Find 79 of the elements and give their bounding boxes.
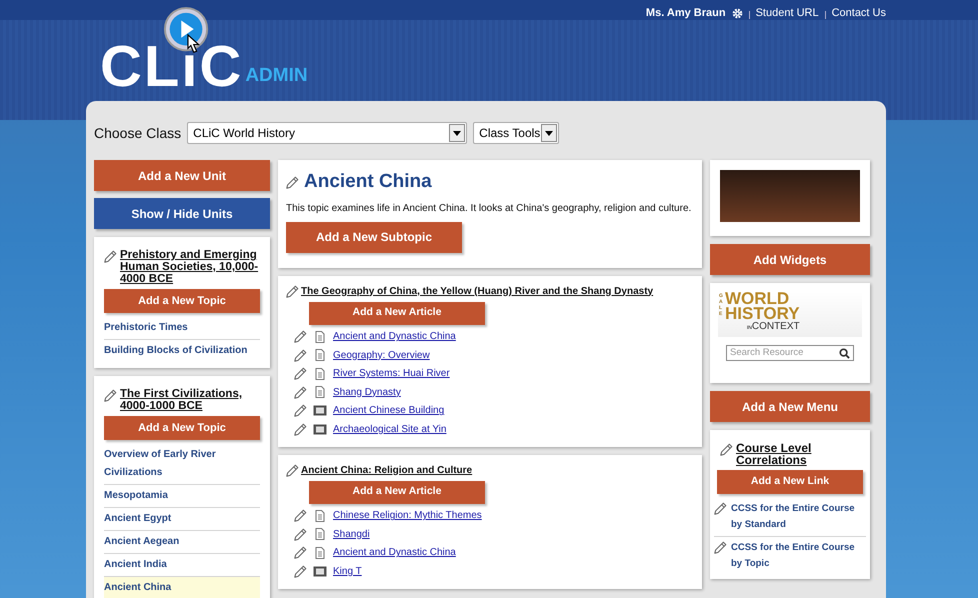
document-icon — [315, 386, 325, 398]
pencil-icon[interactable] — [714, 502, 727, 515]
add-button[interactable]: Add a New Topic — [104, 289, 260, 313]
add-button[interactable]: Add Widgets — [710, 244, 870, 275]
pencil-icon[interactable] — [714, 541, 727, 554]
document-icon — [315, 368, 325, 380]
article-link[interactable]: Chinese Religion: Mythic Themes — [333, 508, 482, 524]
add-button[interactable]: Add a New Article — [309, 302, 485, 324]
add-button[interactable]: Add a New Topic — [104, 416, 260, 440]
menu-title[interactable]: Course Level Correlations — [736, 442, 860, 466]
topic-link[interactable]: Building Blocks of Civilization — [104, 339, 260, 362]
header-link[interactable]: Contact Us — [832, 5, 886, 22]
logo-suffix-text: ADMIN — [245, 64, 308, 88]
document-icon — [315, 510, 325, 522]
document-icon — [315, 349, 325, 362]
pencil-icon[interactable] — [294, 404, 307, 418]
pencil-icon[interactable] — [294, 330, 307, 344]
topic-link[interactable]: Ancient Egypt — [104, 507, 260, 530]
pencil-icon[interactable] — [294, 564, 307, 578]
article-link[interactable]: Shang Dynasty — [333, 384, 401, 400]
article-link[interactable]: Geography: Overview — [333, 348, 430, 363]
show-hide-button[interactable]: Show / Hide Units — [94, 198, 270, 229]
topic-title: Ancient China — [304, 170, 432, 194]
article-link[interactable]: Ancient and Dynastic China — [333, 329, 456, 344]
unit-title[interactable]: Prehistory and Emerging Human Societies, 10,000-4000 BCE — [120, 249, 260, 285]
pencil-icon[interactable] — [294, 386, 307, 399]
pencil-icon[interactable] — [294, 546, 307, 560]
document-icon — [315, 330, 325, 343]
logo-text: CONTEXT — [752, 321, 800, 332]
film-icon — [313, 566, 327, 577]
add-button[interactable]: Add a New Menu — [710, 391, 870, 422]
pencil-icon[interactable] — [294, 509, 307, 522]
article-link[interactable]: Ancient Chinese Building — [333, 403, 444, 418]
article-link[interactable]: Archaeological Site at Yin — [333, 422, 446, 437]
menu-link[interactable]: CCSS for the Entire Course by Standard — [731, 501, 866, 533]
pencil-icon[interactable] — [104, 250, 117, 263]
article-link[interactable]: Shangdi — [333, 526, 370, 542]
pencil-icon[interactable] — [286, 176, 299, 189]
pencil-icon[interactable] — [104, 389, 117, 402]
header-link[interactable]: Student URL — [756, 5, 819, 22]
choose-class-label: Choose Class — [94, 124, 182, 142]
topic-link[interactable]: Ancient China — [104, 576, 260, 598]
pencil-icon[interactable] — [294, 528, 307, 541]
article-link[interactable]: King T — [333, 564, 362, 579]
logo-text: HISTORY — [725, 306, 800, 321]
search-icon[interactable] — [839, 348, 850, 358]
unit-title[interactable]: The First Civilizations, 4000-1000 BCE — [120, 388, 260, 412]
document-icon — [315, 546, 325, 559]
pencil-icon[interactable] — [294, 348, 307, 362]
pencil-icon[interactable] — [286, 284, 299, 298]
pencil-icon[interactable] — [294, 367, 307, 380]
add-button[interactable]: Add a New Subtopic — [286, 222, 462, 252]
class-tools-select[interactable]: Class Tools — [473, 122, 560, 144]
user-name[interactable]: Ms. Amy Braun — [646, 5, 726, 22]
menu-link[interactable]: CCSS for the Entire Course by Topic — [731, 540, 866, 572]
pencil-icon[interactable] — [294, 422, 307, 436]
article-link[interactable]: River Systems: Huai River — [333, 366, 450, 382]
logo-text: WORLD — [725, 291, 790, 306]
subtopic-title[interactable]: The Geography of China, the Yellow (Huang) River and the Shang Dynasty — [301, 284, 654, 298]
class-select[interactable]: CLiC World History — [187, 122, 468, 144]
pencil-icon[interactable] — [286, 464, 299, 476]
topic-link[interactable]: Mesopotamia — [104, 484, 260, 507]
film-icon — [313, 405, 327, 416]
article-link[interactable]: Ancient and Dynastic China — [333, 545, 456, 560]
pencil-icon[interactable] — [720, 443, 733, 456]
logo-text: CLiC — [100, 38, 244, 96]
add-button[interactable]: Add a New Unit — [94, 160, 270, 191]
topic-description: This topic examines life in Ancient China. It looks at China's geography, religion and culture. — [286, 202, 692, 216]
add-button[interactable]: Add a New Article — [309, 480, 485, 504]
gear-icon[interactable] — [732, 8, 743, 19]
topic-link[interactable]: Overview of Early River Civilizations — [104, 444, 260, 484]
separator-rule — [748, 10, 750, 19]
subtopic-title[interactable]: Ancient China: Religion and Culture — [301, 462, 472, 478]
document-icon — [315, 528, 325, 540]
topic-link[interactable]: Ancient Aegean — [104, 530, 260, 553]
separator-rule — [824, 10, 826, 19]
add-button[interactable]: Add a New Link — [717, 470, 863, 494]
topic-link[interactable]: Prehistoric Times — [104, 317, 260, 339]
film-icon — [313, 424, 327, 435]
